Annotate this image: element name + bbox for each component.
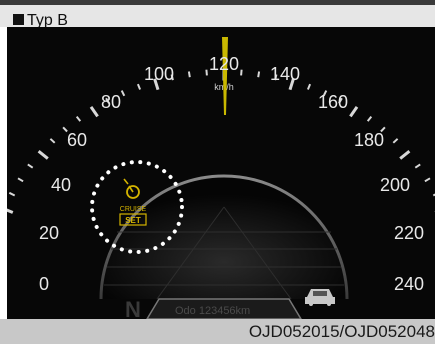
square-bullet-icon: [13, 14, 24, 25]
speed-label-0: 0: [39, 274, 49, 294]
tick-mark: [257, 71, 261, 78]
cruise-status: SET: [125, 216, 141, 225]
header-band: Typ B: [0, 5, 435, 29]
speedometer-dial: Odo 123456km N km/h 02040608010012014016…: [7, 27, 435, 319]
speed-label-140: 140: [270, 64, 300, 84]
speed-label-80: 80: [101, 92, 121, 112]
instrument-cluster: Odo 123456km N km/h 02040608010012014016…: [7, 27, 435, 319]
gear-indicator: N: [125, 297, 141, 319]
speed-label-180: 180: [354, 130, 384, 150]
speed-label-40: 40: [51, 175, 71, 195]
speed-label-100: 100: [144, 64, 174, 84]
screenshot-frame: Typ B Odo 123456km N 0 20 40 60 80 100 1…: [0, 0, 435, 344]
speed-label-240: 240: [394, 274, 424, 294]
odometer-text: Odo 123456km: [175, 305, 250, 317]
tick-mark: [240, 69, 243, 76]
speed-label-220: 220: [394, 223, 424, 243]
speed-label-120: 120: [209, 54, 239, 74]
speed-label-200: 200: [380, 175, 410, 195]
speed-label-20: 20: [39, 223, 59, 243]
figure-code: OJD052015/OJD052048: [248, 322, 435, 341]
speed-label-160: 160: [318, 92, 348, 112]
cruise-label: CRUISE: [120, 206, 147, 213]
footer-band: OJD052015/OJD052048: [0, 319, 435, 344]
tick-mark: [205, 69, 208, 76]
tick-mark: [187, 71, 191, 78]
speed-label-60: 60: [67, 130, 87, 150]
